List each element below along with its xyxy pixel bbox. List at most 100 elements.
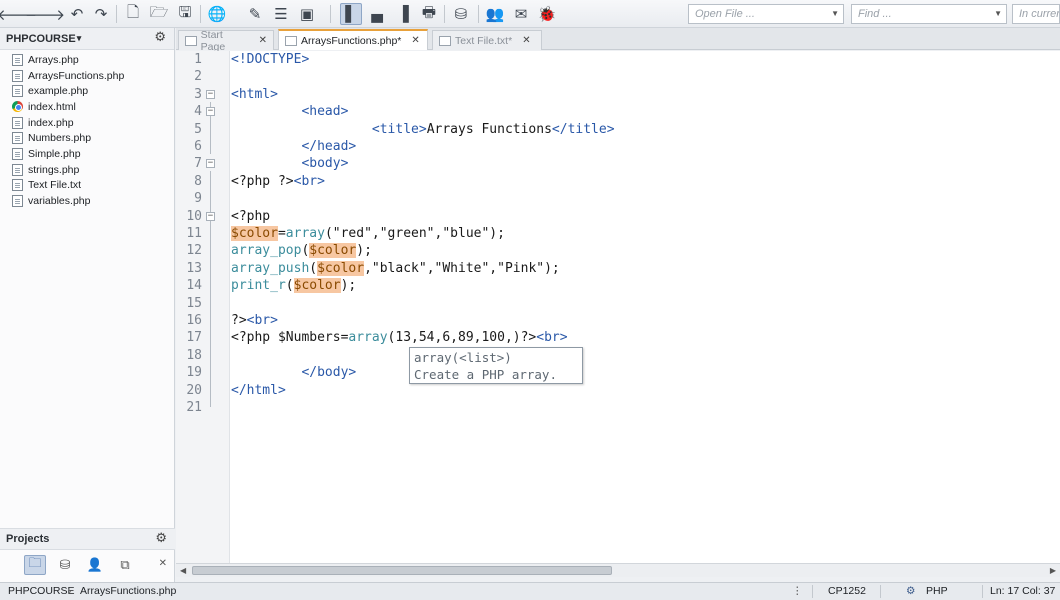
right-panel-toggle-icon[interactable]: ▐: [392, 3, 414, 25]
breadcrumb-file[interactable]: ArraysFunctions.php: [80, 585, 176, 597]
tab-text-file[interactable]: Text File.txt* ✕: [432, 30, 542, 50]
undo-icon[interactable]: ↶: [66, 3, 88, 25]
mail-icon[interactable]: ✉: [510, 3, 532, 25]
snippets-icon[interactable]: ⧉: [114, 555, 136, 575]
line-number: 15: [186, 295, 202, 311]
new-file-icon[interactable]: 🗋: [122, 3, 144, 25]
edit-icon[interactable]: ✎: [244, 3, 266, 25]
database-icon[interactable]: ⛁: [54, 555, 76, 575]
project-header[interactable]: PHPCOURSE ▾ ⚙: [0, 28, 174, 50]
code-editor[interactable]: 1 <!DOCTYPE> 2 3− <html> 4− <head> 5 <title>Ar…: [176, 51, 1060, 563]
file-name: Numbers.php: [28, 132, 92, 145]
file-list-item[interactable]: example.php: [0, 83, 174, 99]
find-combo[interactable]: Find ... ▼: [851, 4, 1007, 24]
code-line[interactable]: 4− <head>: [176, 103, 1060, 120]
code-line[interactable]: 16 ?><br>: [176, 312, 1060, 329]
autocomplete-signature: array(<list>): [414, 350, 512, 365]
file-list-item[interactable]: index.php: [0, 115, 174, 131]
project-title: PHPCOURSE: [6, 32, 76, 45]
fold-toggle-icon[interactable]: −: [206, 89, 215, 99]
file-list-item[interactable]: strings.php: [0, 162, 174, 178]
file-list-item[interactable]: Numbers.php: [0, 130, 174, 146]
code-line[interactable]: 21: [176, 399, 1060, 416]
code-line[interactable]: 11 $color=array("red","green","blue");: [176, 225, 1060, 242]
code-line[interactable]: 9: [176, 190, 1060, 207]
code-line[interactable]: 8 <?php ?><br>: [176, 173, 1060, 190]
line-number: 3: [194, 86, 202, 102]
tab-arraysfunctions[interactable]: ArraysFunctions.php* ✕: [278, 29, 428, 50]
file-list-item[interactable]: Text File.txt: [0, 178, 174, 194]
code-line[interactable]: 20 </html>: [176, 382, 1060, 399]
close-icon[interactable]: ✕: [259, 35, 267, 46]
breadcrumb-separator-icon: ›: [68, 585, 72, 597]
gear-icon[interactable]: ⚙: [155, 531, 167, 546]
fold-toggle-icon[interactable]: −: [206, 159, 215, 169]
code-line[interactable]: 2: [176, 68, 1060, 85]
redo-icon[interactable]: ↷: [90, 3, 112, 25]
tab-start-page[interactable]: Start Page ✕: [178, 29, 274, 53]
encoding-indicator[interactable]: CP1252: [828, 585, 866, 597]
gear-icon[interactable]: ⚙: [154, 30, 166, 45]
close-icon[interactable]: ✕: [159, 558, 167, 569]
code-line[interactable]: 18: [176, 347, 1060, 364]
line-number: 2: [194, 69, 202, 85]
code-line[interactable]: 7− <body>: [176, 155, 1060, 172]
chrome-icon: [12, 101, 23, 113]
user-icon[interactable]: 👤: [84, 555, 106, 575]
file-name: ArraysFunctions.php: [28, 69, 125, 82]
file-icon: [12, 132, 23, 145]
scroll-right-icon[interactable]: ▶: [1050, 566, 1056, 575]
code-line[interactable]: 1 <!DOCTYPE>: [176, 51, 1060, 68]
code-text: <html>: [231, 86, 278, 102]
file-list-item[interactable]: index.html: [0, 99, 174, 115]
left-panel-toggle-icon[interactable]: ▌: [340, 3, 362, 25]
line-number: 14: [186, 278, 202, 294]
database-icon[interactable]: ⛁: [450, 3, 472, 25]
horizontal-scrollbar[interactable]: ◀ ▶: [176, 563, 1060, 577]
status-info-icon: ⋮: [792, 585, 803, 597]
ide-window: 🡐 🡒 ↶ ↷ 🗋 🗁 🖫 🌐 ✎ ☰ ▣ ▌ ▄ ▐ 🖶 ⛁ 👥 ✉ 🐞 Op…: [0, 0, 1060, 600]
scroll-left-icon[interactable]: ◀: [180, 566, 186, 575]
code-line[interactable]: 12 array_pop($color);: [176, 242, 1060, 259]
open-folder-icon[interactable]: 🗁: [148, 3, 170, 25]
users-icon[interactable]: 👥: [484, 3, 506, 25]
file-icon: [12, 195, 23, 208]
code-line[interactable]: 14 print_r($color);: [176, 277, 1060, 294]
open-file-combo[interactable]: Open File ... ▼: [688, 4, 844, 24]
file-list-item[interactable]: ArraysFunctions.php: [0, 68, 174, 84]
file-list: Arrays.php ArraysFunctions.php example.php…: [0, 50, 174, 209]
code-line[interactable]: 5 <title>Arrays Functions</title>: [176, 121, 1060, 138]
scope-placeholder: In current: [1019, 8, 1059, 20]
code-line[interactable]: 10− <?php: [176, 208, 1060, 225]
save-icon[interactable]: 🖫: [174, 3, 196, 25]
file-list-item[interactable]: Arrays.php: [0, 52, 174, 68]
bottom-panel-toggle-icon[interactable]: ▄: [366, 3, 388, 25]
image-icon[interactable]: ▣: [296, 3, 318, 25]
code-line[interactable]: 19 </body>: [176, 364, 1060, 381]
file-list-item[interactable]: variables.php: [0, 193, 174, 209]
line-number: 10: [186, 208, 202, 224]
tab-label: ArraysFunctions.php*: [301, 34, 402, 47]
browser-preview-icon[interactable]: 🌐: [206, 3, 228, 25]
code-text: <?php $Numbers=array(13,54,6,89,100,)?><…: [231, 330, 568, 346]
breadcrumb-project[interactable]: PHPCOURSE: [8, 585, 75, 597]
language-indicator[interactable]: PHP: [926, 585, 948, 597]
code-line[interactable]: 17 <?php $Numbers=array(13,54,6,89,100,)?…: [176, 329, 1060, 346]
file-list-item[interactable]: Simple.php: [0, 146, 174, 162]
fold-toggle-icon[interactable]: −: [206, 211, 215, 221]
bug-icon[interactable]: 🐞: [536, 3, 558, 25]
folder-icon[interactable]: 🗀: [24, 555, 46, 575]
code-line[interactable]: 13 array_push($color,"black","White","Pin…: [176, 260, 1060, 277]
forward-icon[interactable]: 🡒: [25, 3, 65, 25]
close-icon[interactable]: ✕: [411, 35, 419, 46]
code-line[interactable]: 3− <html>: [176, 86, 1060, 103]
format-icon[interactable]: ☰: [270, 3, 292, 25]
line-number: 19: [186, 365, 202, 381]
print-icon[interactable]: 🖶: [418, 3, 440, 25]
search-scope-combo[interactable]: In current: [1012, 4, 1060, 24]
code-line[interactable]: 6 </head>: [176, 138, 1060, 155]
code-line[interactable]: 15: [176, 295, 1060, 312]
scrollbar-thumb[interactable]: [192, 566, 612, 575]
fold-toggle-icon[interactable]: −: [206, 107, 215, 117]
close-icon[interactable]: ✕: [522, 35, 530, 46]
